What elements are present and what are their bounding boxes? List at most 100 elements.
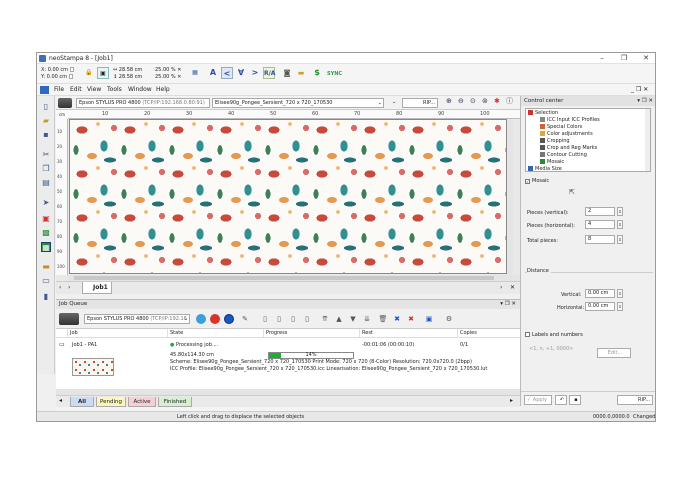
zoom-page-icon[interactable]: ⊚	[480, 97, 490, 107]
column-state[interactable]: State	[168, 329, 264, 337]
zoom-fit-icon[interactable]: ⊙	[468, 97, 478, 107]
expand-icon[interactable]: ⌄	[390, 98, 398, 108]
tab-job1[interactable]: Job1	[82, 282, 112, 294]
save-settings-icon[interactable]: ▪	[569, 395, 581, 405]
size-width-value[interactable]: 28.58 cm	[119, 67, 143, 73]
duplicate-page-icon[interactable]: ▯	[274, 314, 284, 324]
profile-select[interactable]: Elisee90g_Pongee_Sersient_720 x 720_1705…	[212, 98, 384, 108]
filter-finished[interactable]: Finished	[158, 397, 192, 407]
menu-file[interactable]: File	[54, 86, 64, 93]
filter-active[interactable]: Active	[128, 397, 156, 407]
copy-icon[interactable]: ❐	[41, 164, 51, 174]
sync-label[interactable]: SYNC	[327, 71, 342, 77]
cc-rip-button[interactable]: RIP...	[617, 395, 653, 405]
crop-icon[interactable]: ▣	[41, 214, 51, 224]
apply-button[interactable]: ✓ Apply	[524, 395, 552, 405]
preview-icon[interactable]: ▣	[424, 314, 434, 324]
new-page-icon[interactable]: ▯	[260, 314, 270, 324]
vertical-distance-input[interactable]: 0.00 cm	[585, 289, 615, 298]
total-pieces-stepper[interactable]: ⇕	[617, 235, 623, 244]
tree-item-icc[interactable]: ICC Input ICC Profiles	[540, 117, 600, 123]
maximize-button[interactable]: ❐	[613, 53, 635, 64]
arrange-icon[interactable]: ▮	[41, 292, 51, 302]
undo-icon[interactable]: ↶	[555, 395, 567, 405]
tree-item-crop-marks[interactable]: Crop and Reg Marks	[540, 145, 597, 151]
size-height[interactable]: ↕ 28.58 cm	[113, 74, 142, 80]
pointer-icon[interactable]: ➤	[41, 198, 51, 208]
panel-controls-icon[interactable]: ▾ ❐ ✕	[500, 300, 516, 309]
fit-icon[interactable]: ▣	[97, 67, 109, 79]
save-icon[interactable]: ▪	[41, 130, 51, 140]
tree-item-selection[interactable]: Selection	[528, 110, 558, 116]
control-center-controls-icon[interactable]: ▾ ❐ ✕	[637, 96, 653, 106]
delete-icon[interactable]: 🗑	[378, 314, 388, 324]
filter-prev-icon[interactable]: ◂	[59, 397, 62, 404]
horizontal-distance-stepper[interactable]: ⇕	[617, 302, 623, 311]
tab-close-icon[interactable]: ✕	[510, 284, 515, 291]
grid-icon[interactable]: ▦	[189, 67, 201, 79]
color-icon[interactable]: ▬	[41, 262, 51, 272]
close-button[interactable]: ✕	[635, 53, 655, 64]
horizontal-scroll-thumb[interactable]	[74, 276, 494, 280]
folder-icon[interactable]: ▬	[295, 67, 307, 79]
tree-item-special-colors[interactable]: Special Colors	[540, 124, 582, 130]
paste-icon[interactable]: ▤	[41, 178, 51, 188]
settings-icon[interactable]: ⚙	[444, 314, 454, 324]
position-y-value[interactable]: 0.00 cm	[47, 74, 67, 80]
labels-numbers-checkbox[interactable]: Labels and numbers	[525, 332, 583, 338]
filter-all[interactable]: All	[70, 397, 94, 407]
edit-job-icon[interactable]: ✎	[240, 314, 250, 324]
mosaic-tool-icon[interactable]: ▦	[41, 242, 51, 252]
align-left-icon[interactable]: <	[221, 67, 233, 79]
pieces-vertical-input[interactable]: 2	[585, 207, 615, 216]
pieces-horizontal-stepper[interactable]: ⇕	[617, 220, 623, 229]
position-y[interactable]: Y: 0.00 cm	[41, 74, 73, 80]
minimize-button[interactable]: –	[591, 53, 613, 64]
pieces-vertical-stepper[interactable]: ⇕	[617, 207, 623, 216]
size-height-value[interactable]: 28.58 cm	[119, 74, 143, 80]
tree-item-cropping[interactable]: Cropping	[540, 138, 570, 144]
zoom-out-icon[interactable]: ⊖	[456, 97, 466, 107]
tree-item-color-adjustments[interactable]: Color adjustments	[540, 131, 593, 137]
measure-icon[interactable]: ✱	[492, 97, 502, 107]
print-canvas[interactable]	[69, 119, 507, 274]
zoom-in-icon[interactable]: ⊕	[444, 97, 454, 107]
column-progress[interactable]: Progress	[264, 329, 360, 337]
horizontal-distance-input[interactable]: 0.00 cm	[585, 302, 615, 311]
tile-icon[interactable]: ▩	[41, 228, 51, 238]
menu-edit[interactable]: Edit	[70, 86, 82, 93]
position-x-value[interactable]: 0.00 cm	[48, 67, 68, 73]
vertical-scrollbar[interactable]	[507, 119, 513, 275]
split-page-icon[interactable]: ▯	[302, 314, 312, 324]
cut-icon[interactable]: ✂	[41, 150, 51, 160]
job-info-icon[interactable]	[224, 314, 234, 324]
info-icon[interactable]: ⓘ	[504, 97, 514, 107]
filter-next-icon[interactable]: ▸	[510, 397, 513, 404]
tree-item-media-size[interactable]: Media Size	[528, 166, 562, 171]
delete-job-icon[interactable]: ✖	[406, 314, 416, 324]
total-pieces-input[interactable]: 8	[585, 235, 615, 244]
rip-button[interactable]: RIP...	[402, 98, 438, 108]
pieces-horizontal-input[interactable]: 4	[585, 220, 615, 229]
labels-format-field[interactable]: <1, n, +1, 0000>	[529, 346, 573, 352]
prev-tab-icon[interactable]: ‹	[59, 284, 61, 291]
column-job[interactable]: Job	[68, 329, 168, 337]
merge-page-icon[interactable]: ▯	[288, 314, 298, 324]
align-down-icon[interactable]: ∀	[235, 67, 247, 79]
menu-help[interactable]: Help	[156, 86, 170, 93]
scale-y-value[interactable]: 25.00 %	[155, 74, 176, 80]
column-copies[interactable]: Copies	[458, 329, 520, 337]
printer-select[interactable]: Epson STYLUS PRO 4800 (TCP/IP:192.168.0.…	[76, 98, 210, 108]
cancel-job-icon[interactable]: ✖	[392, 314, 402, 324]
tree-item-mosaic[interactable]: Mosaic	[540, 159, 564, 165]
move-top-icon[interactable]: ⇈	[320, 314, 330, 324]
column-rest[interactable]: Rest	[360, 329, 458, 337]
mdi-controls[interactable]: _ ❐ ✕	[631, 86, 648, 93]
table-row[interactable]: ▭ Job1 - PA1 ● Processing job.... 14% -0…	[56, 338, 520, 378]
menu-window[interactable]: Window	[128, 86, 152, 93]
scale-x[interactable]: 25.00 % ✕	[155, 67, 181, 73]
tree-scrollbar[interactable]	[645, 109, 650, 171]
position-x[interactable]: X: 0.00 cm	[41, 67, 74, 73]
tab-scroll-icon[interactable]: ›	[500, 284, 502, 291]
tree-item-contour-cutting[interactable]: Contour Cutting	[540, 152, 587, 158]
